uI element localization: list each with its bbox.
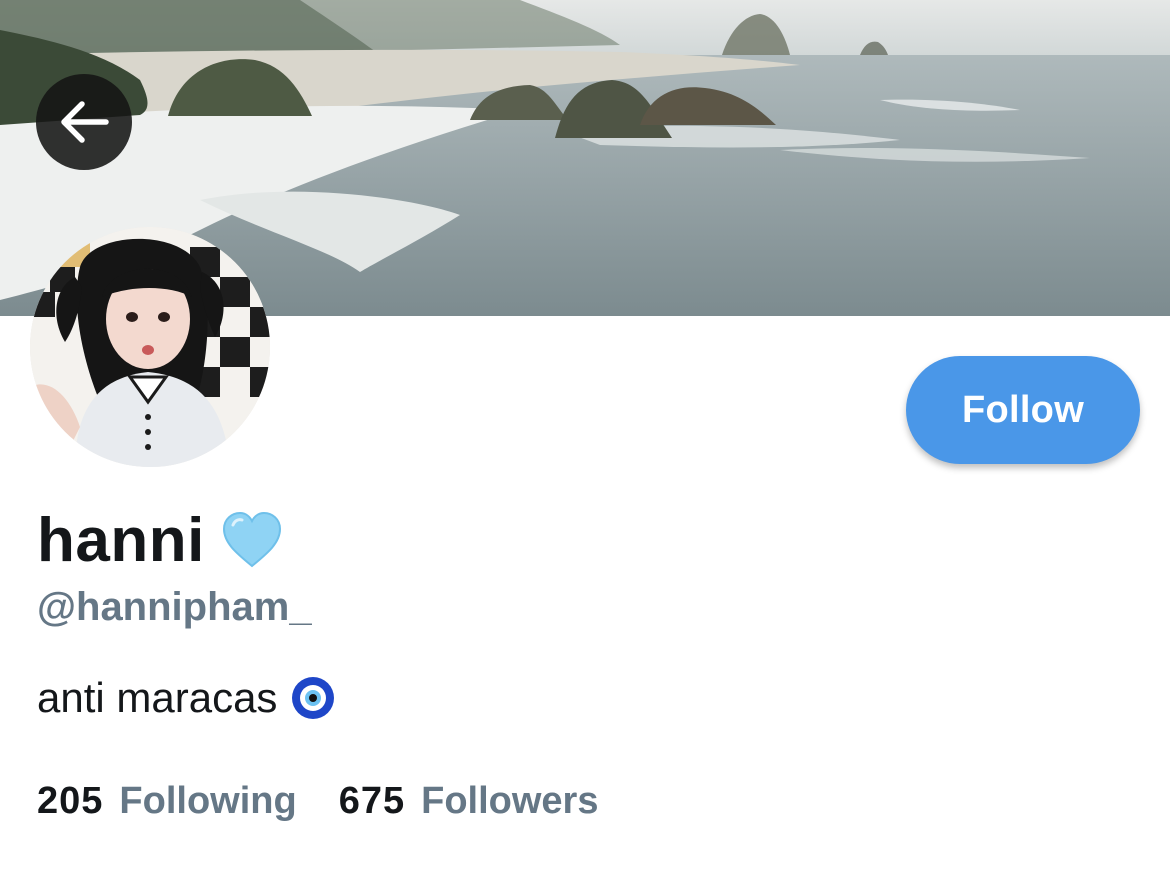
bio-text: anti maracas [37,674,278,721]
avatar-photo [30,227,270,467]
avatar[interactable] [30,227,270,467]
followers-label: Followers [421,780,599,822]
follow-stats: 205 Following 675 Followers [37,780,598,823]
back-button[interactable] [36,74,132,170]
followers-stat[interactable]: 675 Followers [339,780,599,823]
following-stat[interactable]: 205 Following [37,780,297,823]
followers-count: 675 [338,780,406,822]
nazar-amulet-icon [291,676,335,720]
following-count: 205 [37,780,104,822]
username-handle: @hannipham_ [37,585,312,629]
following-label: Following [119,780,297,822]
display-name: hanni [37,505,205,575]
display-name-row: hanni [37,500,283,580]
profile-header: Follow hanni @hannipham_ anti maracas 20… [0,0,1170,876]
follow-button[interactable]: Follow [906,356,1140,464]
arrow-left-icon [61,101,109,143]
bio: anti maracas [37,670,335,726]
light-blue-heart-icon [221,511,283,569]
